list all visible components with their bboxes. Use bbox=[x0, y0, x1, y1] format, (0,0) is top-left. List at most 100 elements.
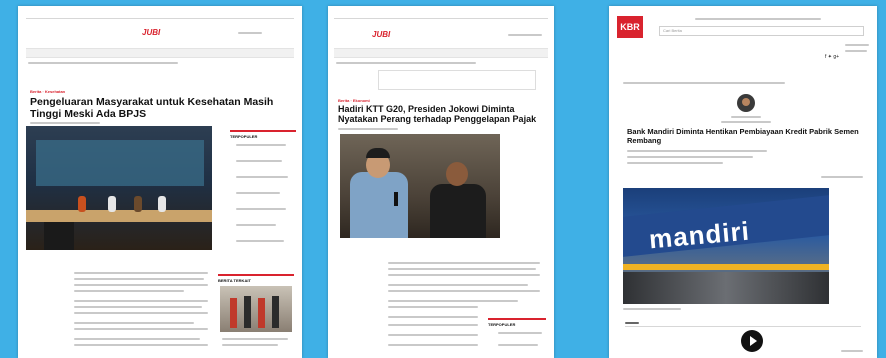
listener-jacket bbox=[430, 184, 486, 238]
top-bar-line bbox=[334, 18, 548, 19]
popular-item[interactable] bbox=[498, 344, 538, 346]
article-headline: Hadiri KTT G20, Presiden Jokowi Diminta … bbox=[338, 104, 537, 125]
person-figure bbox=[230, 298, 237, 328]
related-title: BERITA TERKAIT bbox=[218, 278, 251, 283]
body-line bbox=[388, 334, 478, 336]
avatar[interactable] bbox=[737, 94, 755, 112]
sidebar-title: TERPOPULER bbox=[488, 322, 516, 327]
related-caption[interactable] bbox=[222, 338, 288, 340]
category-label[interactable]: Berita · Kesehatan bbox=[30, 89, 65, 94]
category-label[interactable]: Berita · Ekonomi bbox=[338, 98, 370, 103]
body-line bbox=[74, 328, 208, 330]
site-logo[interactable]: JUBI bbox=[372, 30, 390, 39]
popular-item[interactable] bbox=[498, 332, 542, 334]
banner-backdrop bbox=[36, 140, 204, 186]
body-line bbox=[388, 268, 536, 270]
body-line bbox=[388, 262, 540, 264]
article-photo bbox=[26, 126, 212, 250]
share-label bbox=[845, 44, 869, 46]
panel-table bbox=[26, 210, 212, 222]
main-nav[interactable] bbox=[334, 48, 548, 58]
popular-item[interactable] bbox=[236, 192, 280, 194]
body-line bbox=[74, 344, 208, 346]
person-figure bbox=[244, 296, 251, 328]
ad-banner[interactable] bbox=[378, 70, 536, 90]
author-name[interactable] bbox=[731, 116, 761, 118]
site-logo[interactable]: KBR bbox=[617, 16, 643, 38]
microphone bbox=[394, 192, 398, 206]
lead-line bbox=[627, 156, 753, 158]
play-icon[interactable] bbox=[741, 330, 763, 352]
top-title-line bbox=[695, 18, 821, 20]
related-caption[interactable] bbox=[222, 344, 278, 346]
body-line bbox=[74, 290, 184, 292]
breadcrumb[interactable] bbox=[623, 82, 785, 84]
breaking-news-ticker bbox=[336, 62, 476, 64]
article-photo bbox=[340, 134, 500, 238]
popular-sidebar: TERPOPULER bbox=[488, 318, 546, 327]
popular-item[interactable] bbox=[236, 144, 286, 146]
date-line bbox=[821, 176, 863, 178]
twitter-icon[interactable]: ✦ bbox=[828, 54, 832, 60]
popular-item[interactable] bbox=[236, 208, 286, 210]
person-figure bbox=[258, 298, 265, 328]
google-plus-icon[interactable]: g+ bbox=[833, 54, 839, 60]
section-label bbox=[625, 322, 639, 324]
popular-item[interactable] bbox=[236, 224, 276, 226]
article-photo: mandiri bbox=[623, 188, 829, 304]
byline bbox=[30, 122, 100, 124]
speaker-hair bbox=[366, 148, 390, 158]
related-photo[interactable] bbox=[220, 286, 292, 332]
body-line bbox=[74, 312, 208, 314]
body-line bbox=[74, 272, 208, 274]
breaking-news-ticker bbox=[28, 62, 178, 64]
body-line bbox=[388, 344, 478, 346]
lead-line bbox=[627, 162, 723, 164]
body-line bbox=[74, 306, 202, 308]
body-line bbox=[388, 284, 528, 286]
share-block: f ✦ g+ bbox=[825, 54, 839, 60]
audience bbox=[44, 222, 74, 250]
lead-line bbox=[627, 150, 767, 152]
site-logo[interactable]: JUBI bbox=[142, 28, 160, 37]
body-line bbox=[388, 300, 518, 302]
body-line bbox=[74, 278, 204, 280]
popular-item[interactable] bbox=[236, 240, 284, 242]
body-line bbox=[388, 316, 478, 318]
article-page-2: JUBI Berita · Ekonomi Hadiri KTT G20, Pr… bbox=[328, 6, 554, 358]
body-line bbox=[388, 274, 540, 276]
body-line bbox=[74, 284, 208, 286]
person-figure bbox=[272, 296, 279, 328]
share-label bbox=[845, 50, 867, 52]
body-line bbox=[388, 306, 478, 308]
audio-link[interactable] bbox=[841, 350, 863, 352]
body-line bbox=[74, 338, 200, 340]
panelist bbox=[78, 196, 86, 212]
speaker-shirt bbox=[350, 172, 408, 238]
popular-sidebar: TERPOPULER bbox=[230, 130, 296, 139]
article-headline: Pengeluaran Masyarakat untuk Kesehatan M… bbox=[30, 96, 274, 121]
body-line bbox=[388, 324, 478, 326]
search-input[interactable]: Cari Berita bbox=[659, 26, 864, 36]
author-role bbox=[721, 121, 771, 123]
yellow-stripe bbox=[623, 264, 829, 270]
header-links[interactable] bbox=[238, 32, 262, 34]
photo-caption bbox=[623, 308, 681, 310]
panelist bbox=[134, 196, 142, 212]
popular-item[interactable] bbox=[236, 176, 288, 178]
related-sidebar: BERITA TERKAIT bbox=[218, 274, 294, 283]
article-page-1: JUBI Berita · Kesehatan Pengeluaran Masy… bbox=[18, 6, 302, 358]
sidebar-title: TERPOPULER bbox=[230, 134, 258, 139]
popular-item[interactable] bbox=[236, 160, 282, 162]
article-headline: Bank Mandiri Diminta Hentikan Pembiayaan… bbox=[627, 127, 859, 145]
panelist bbox=[158, 196, 166, 212]
article-page-3: KBR Cari Berita f ✦ g+ Bank Mandiri Dimi… bbox=[609, 6, 877, 358]
body-line bbox=[388, 290, 540, 292]
listener-head bbox=[446, 162, 468, 186]
byline bbox=[338, 128, 398, 130]
avatar-face bbox=[742, 98, 750, 106]
main-nav[interactable] bbox=[26, 48, 294, 58]
header-links[interactable] bbox=[508, 34, 542, 36]
lobby bbox=[623, 272, 829, 304]
facebook-icon[interactable]: f bbox=[825, 54, 826, 60]
